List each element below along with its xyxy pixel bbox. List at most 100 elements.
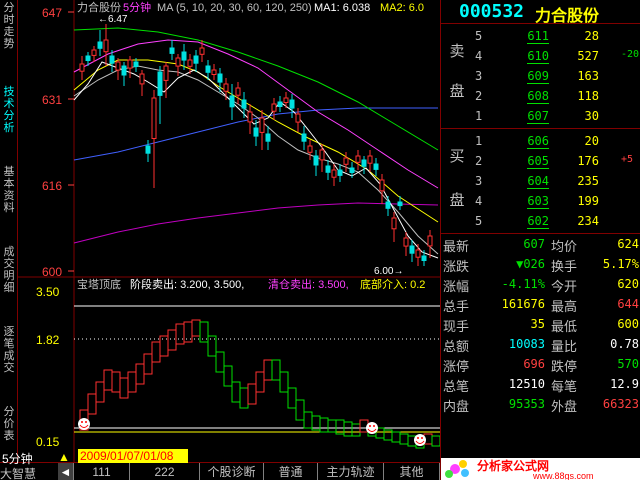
bid-row[interactable]: 1 606 20 — [441, 131, 640, 151]
candle-body — [205, 65, 211, 73]
logo-url: www.88gs.com — [532, 471, 594, 480]
candle-body — [427, 235, 433, 247]
tab-diagnosis[interactable]: 个股诊断 — [200, 463, 264, 480]
ask-book: 卖 盘 5 611 28 4 610 527 -20 3 609 163 2 608 118 1 607 30 — [441, 24, 640, 128]
indicator-bottom-buy: 底部介入: 0.2 — [360, 277, 425, 291]
pagoda-bar — [351, 423, 361, 437]
ask-row[interactable]: 2 608 118 — [441, 86, 640, 106]
ask-row[interactable]: 5 611 28 — [441, 26, 640, 46]
pagoda-bar — [271, 359, 281, 381]
stat-key: 量比 — [551, 339, 578, 354]
pagoda-bar — [151, 341, 161, 363]
candle-body — [169, 47, 175, 54]
indicator-name: 宝塔顶底 — [77, 277, 121, 291]
tab-other[interactable]: 其他 — [384, 463, 440, 480]
stat-key: 最低 — [551, 319, 578, 334]
pagoda-bar — [111, 371, 121, 393]
pagoda-bar — [87, 393, 97, 415]
candle-body — [331, 169, 337, 178]
tab-222[interactable]: 222 — [130, 463, 200, 480]
pagoda-bar — [287, 387, 297, 409]
ask-row[interactable]: 1 607 30 — [441, 106, 640, 126]
candle-body — [145, 145, 151, 154]
stat-row: 总笔 12510 每笔 12.9 — [441, 374, 640, 394]
pagoda-bar — [143, 353, 153, 375]
tab-normal[interactable]: 普通 — [264, 463, 318, 480]
candle-body — [259, 117, 265, 133]
tab-intraday[interactable]: 分时走势 — [0, 2, 18, 52]
candle-body — [289, 99, 295, 109]
candle-body — [373, 163, 379, 170]
pagoda-bar — [327, 419, 337, 433]
pagoda-bar — [263, 359, 273, 381]
watermark-logo: 分析家公式网 www.88gs.com — [441, 458, 640, 480]
tab-price-table[interactable]: 分价表 — [0, 406, 18, 446]
candle-body — [181, 51, 187, 61]
stock-terminal-window: 分时走势 技术分析 基本资料 成交明细 逐笔成交 分价表 力合股份 5分钟 MA… — [0, 0, 640, 480]
candle-body — [277, 101, 283, 107]
ask-volume: 30 — [584, 109, 599, 123]
bid-level: 1 — [475, 134, 483, 148]
pagoda-bar — [135, 363, 145, 385]
pagoda-bar — [95, 381, 105, 403]
ma2-value: MA2: 6.0 — [380, 2, 424, 14]
kline-chart-svg[interactable]: 力合股份 5分钟 MA (5, 10, 20, 30, 60, 120, 250… — [18, 0, 441, 462]
stat-key: 外盘 — [551, 399, 578, 414]
bid-row[interactable]: 2 605 176 +5 — [441, 151, 640, 171]
ma-line-5 — [73, 61, 439, 259]
bid-row[interactable]: 4 603 199 — [441, 191, 640, 211]
ask-row[interactable]: 4 610 527 -20 — [441, 46, 640, 66]
candle-body — [199, 47, 205, 55]
price-label-3: 616 — [42, 179, 62, 193]
indicator-y-top: 3.50 — [36, 285, 60, 299]
quote-title-row: 000532 力合股份 — [441, 0, 640, 25]
bid-change: +5 — [621, 154, 634, 165]
pagoda-bar — [431, 435, 441, 447]
tab-111[interactable]: 111 — [74, 463, 130, 480]
stat-row: 总手 161676 最高 644 — [441, 294, 640, 314]
candle-body — [253, 127, 259, 137]
bid-price: 603 — [527, 194, 549, 209]
candle-body — [175, 57, 181, 67]
candle-body — [265, 133, 271, 142]
stat-value: 607 — [523, 237, 545, 251]
pagoda-bar — [303, 411, 313, 429]
tab-arrow[interactable]: ◄ — [58, 463, 74, 480]
ask-price: 610 — [527, 49, 549, 64]
chart-area[interactable]: 力合股份 5分钟 MA (5, 10, 20, 30, 60, 120, 250… — [18, 0, 441, 462]
pagoda-bar — [231, 381, 241, 403]
logo-flower-icon — [445, 460, 469, 478]
candle-body — [361, 159, 367, 167]
candle-body — [301, 133, 307, 142]
period-triangle-icon[interactable]: ▲ — [58, 450, 70, 464]
indicator-y-mid: 1.82 — [36, 333, 60, 347]
ask-row[interactable]: 3 609 163 — [441, 66, 640, 86]
tab-tick-trades[interactable]: 逐笔成交 — [0, 326, 18, 376]
candle-body — [235, 87, 241, 96]
ask-level: 5 — [475, 29, 483, 43]
stat-key: 今开 — [551, 279, 578, 294]
stat-value: 12.9 — [610, 377, 639, 391]
tab-main-force[interactable]: 主力轨迹 — [318, 463, 384, 480]
stat-key: 最高 — [551, 299, 578, 314]
candle-body — [319, 149, 325, 161]
candle-body — [415, 249, 421, 258]
tab-fundamentals[interactable]: 基本资料 — [0, 166, 18, 216]
stat-value: 600 — [617, 317, 639, 331]
bid-price: 604 — [527, 174, 549, 189]
pagoda-bar — [175, 323, 185, 345]
bid-volume: 176 — [577, 154, 599, 168]
stat-key: 均价 — [551, 239, 578, 254]
bid-row[interactable]: 3 604 235 — [441, 171, 640, 191]
ask-change: -20 — [621, 49, 640, 60]
pagoda-bar — [399, 433, 409, 445]
price-label-bottom: 600 — [42, 265, 62, 279]
stat-value: 35 — [530, 317, 545, 331]
price-label-2: 631 — [42, 93, 62, 107]
tab-technical[interactable]: 技术分析 — [0, 86, 18, 136]
candle-body — [115, 61, 121, 71]
bid-row[interactable]: 5 602 234 — [441, 211, 640, 231]
stat-value: 10083 — [508, 337, 545, 351]
tab-trade-details[interactable]: 成交明细 — [0, 246, 18, 296]
stat-value: 570 — [617, 357, 639, 371]
